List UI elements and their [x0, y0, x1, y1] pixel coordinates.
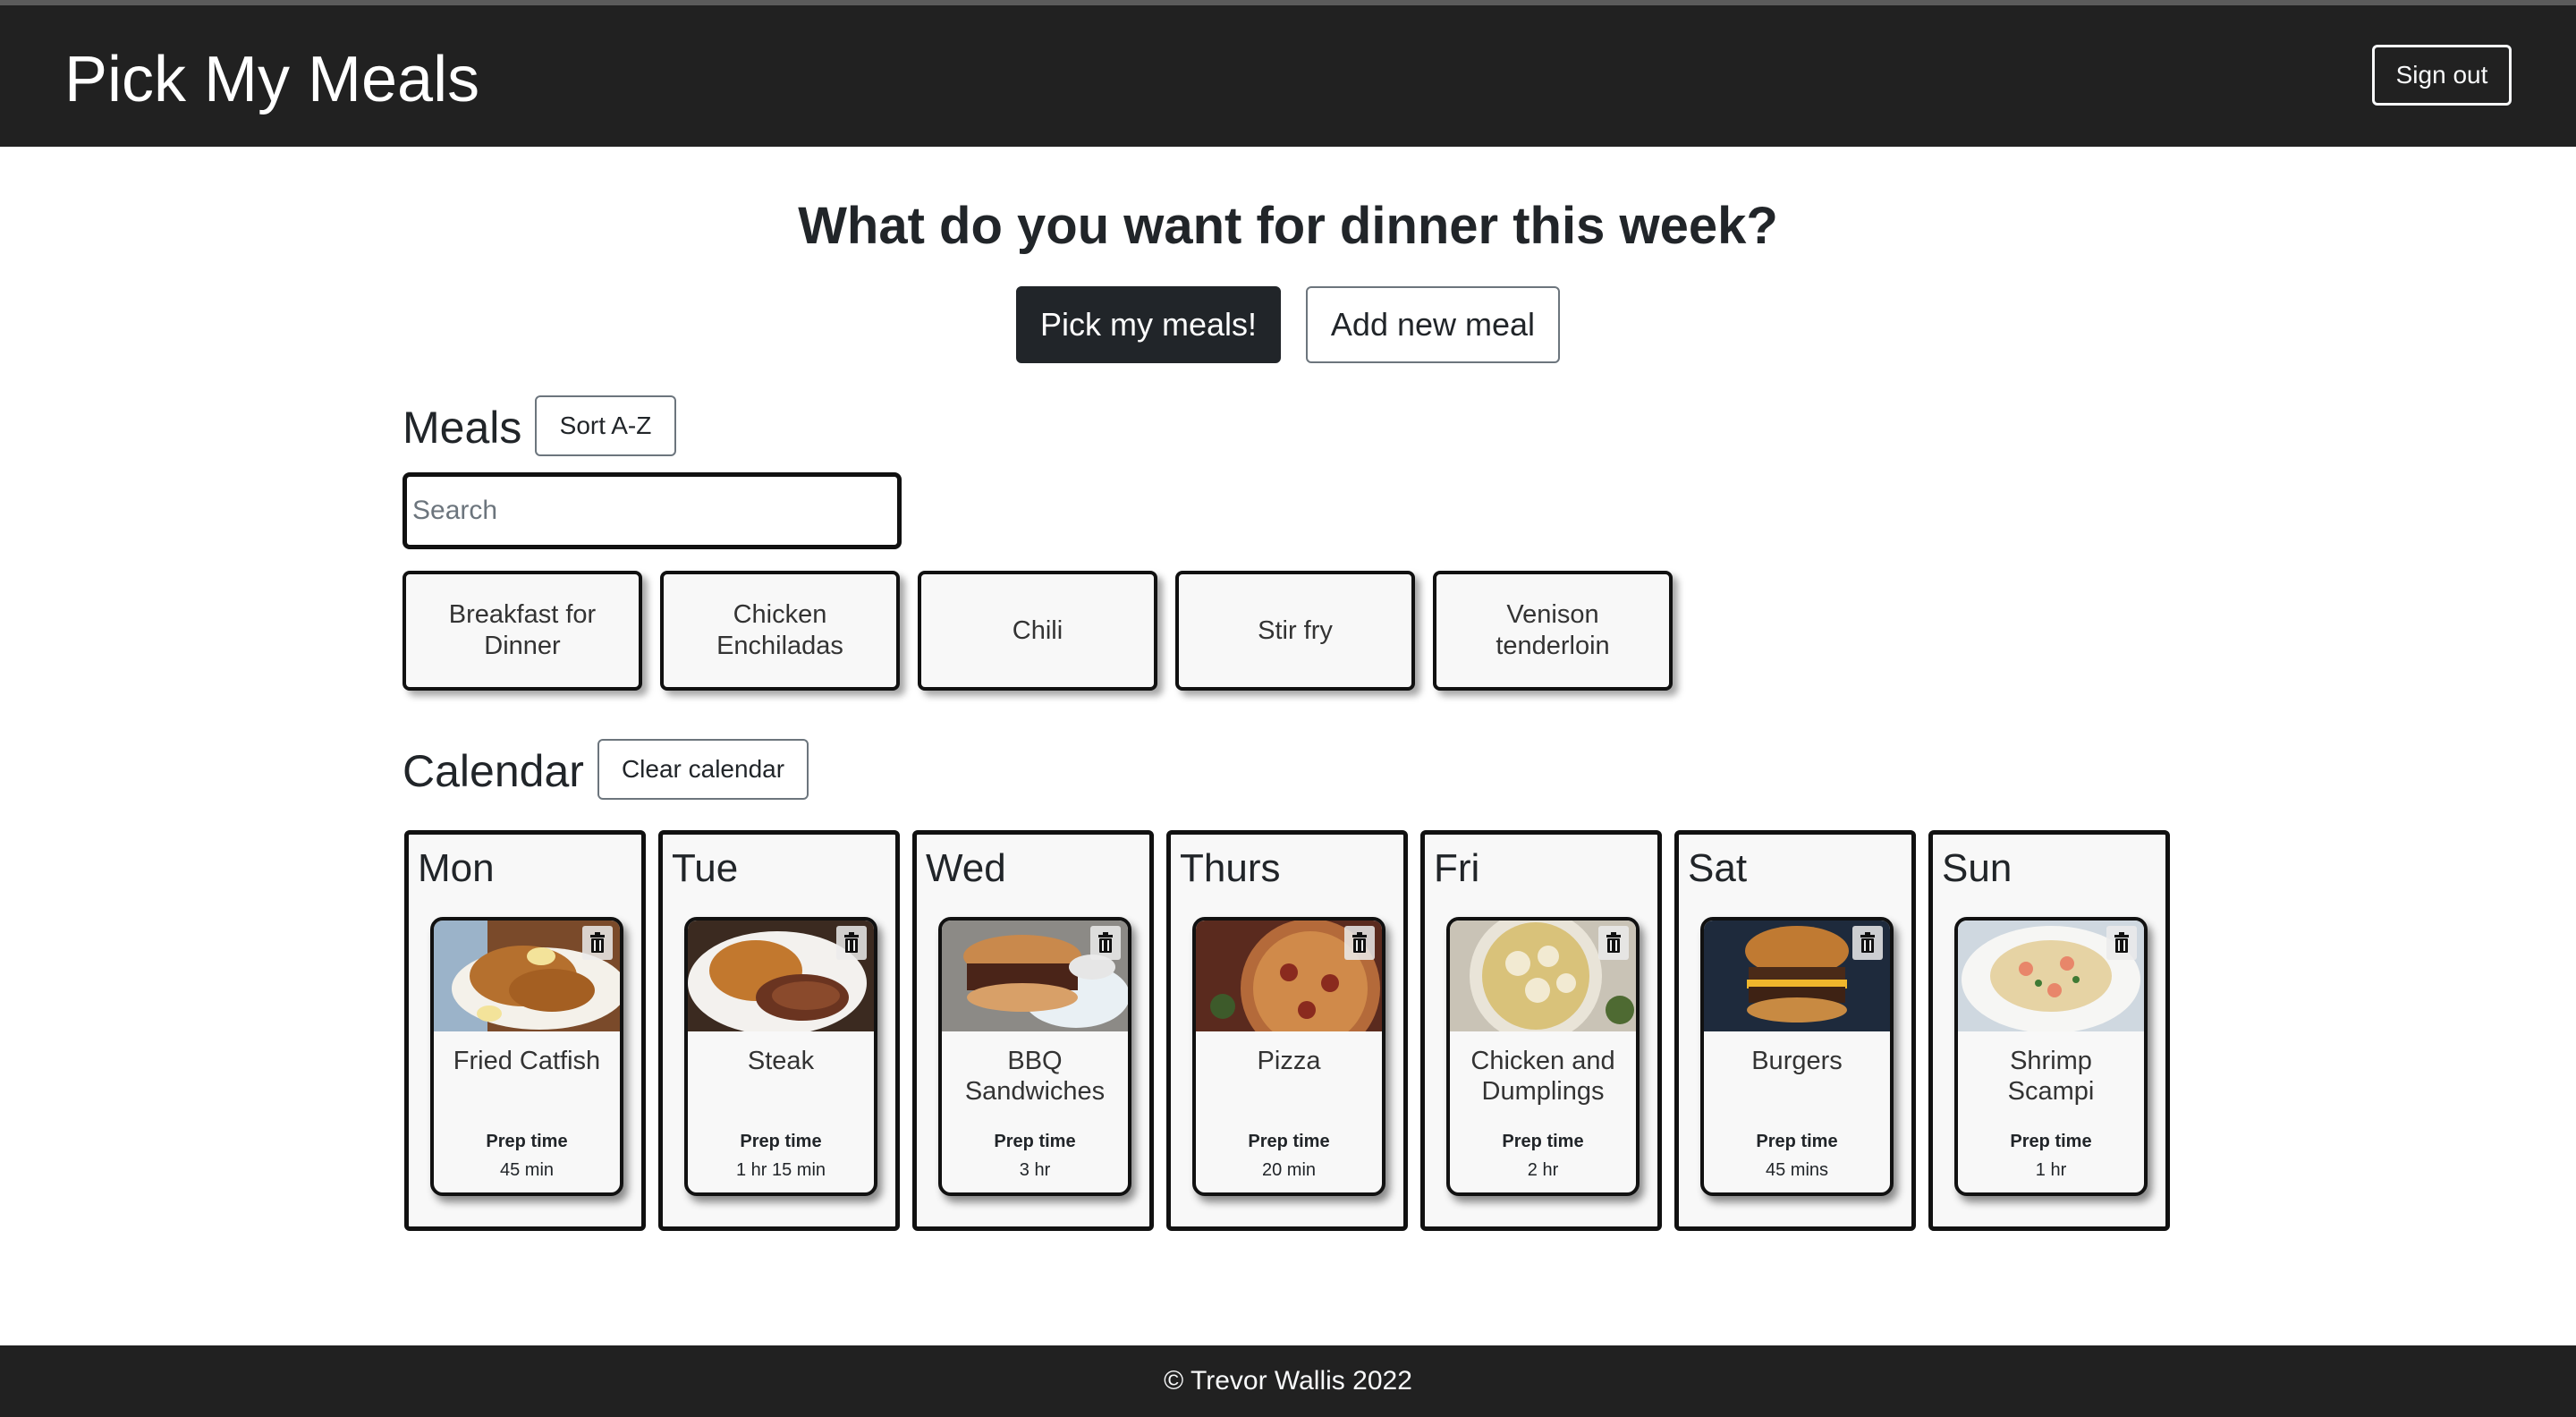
meal-name: BBQ Sandwiches — [964, 1047, 1106, 1106]
calendar-day-wed: Wed BBQ Sandwiches Prep time 3 hr — [912, 830, 1154, 1231]
scheduled-meal-card[interactable]: Shrimp Scampi Prep time 1 hr — [1954, 917, 2148, 1196]
navbar: Pick My Meals Sign out — [0, 5, 2576, 147]
sort-az-button[interactable]: Sort A-Z — [535, 395, 676, 456]
day-label: Thurs — [1180, 846, 1281, 890]
meal-name: Steak — [747, 1047, 815, 1075]
prep-time-value: 20 min — [1261, 1160, 1317, 1180]
pick-meals-button[interactable]: Pick my meals! — [1016, 286, 1281, 363]
scheduled-meal-card[interactable]: BBQ Sandwiches Prep time 3 hr — [938, 917, 1131, 1196]
prep-time-label: Prep time — [486, 1132, 568, 1151]
day-label: Fri — [1434, 846, 1480, 890]
prep-time-value: 45 min — [499, 1160, 555, 1180]
prep-time-value: 1 hr 15 min — [735, 1160, 826, 1180]
calendar-day-thurs: Thurs Pizza Prep time 20 min — [1166, 830, 1408, 1231]
meal-name: Chicken and Dumplings — [1470, 1047, 1615, 1106]
footer: © Trevor Wallis 2022 — [0, 1345, 2576, 1417]
calendar-day-sun: Sun Shrimp Scampi Prep time 1 hr — [1928, 830, 2170, 1231]
page-headline: What do you want for dinner this week? — [798, 197, 1778, 255]
trash-icon[interactable] — [582, 926, 613, 960]
scheduled-meal-card[interactable]: Fried Catfish Prep time 45 min — [430, 917, 623, 1196]
day-label: Mon — [418, 846, 495, 890]
trash-icon[interactable] — [1344, 926, 1375, 960]
trash-icon[interactable] — [1090, 926, 1121, 960]
meal-name: Burgers — [1751, 1047, 1843, 1075]
prep-time-value: 2 hr — [1527, 1160, 1559, 1180]
calendar-day-tue: Tue Steak Prep time 1 hr 15 min — [658, 830, 900, 1231]
prep-time-value: 1 hr — [2035, 1160, 2067, 1180]
trash-icon[interactable] — [836, 926, 867, 960]
calendar-section-title: Calendar — [402, 746, 584, 796]
day-label: Tue — [672, 846, 739, 890]
meal-name: Shrimp Scampi — [2007, 1047, 2095, 1106]
prep-time-label: Prep time — [1756, 1132, 1838, 1151]
prep-time-label: Prep time — [2010, 1132, 2092, 1151]
prep-time-label: Prep time — [994, 1132, 1076, 1151]
scheduled-meal-card[interactable]: Steak Prep time 1 hr 15 min — [684, 917, 877, 1196]
scheduled-meal-card[interactable]: Chicken and Dumplings Prep time 2 hr — [1446, 917, 1640, 1196]
meal-card-breakfast-for-dinner[interactable]: Breakfast for Dinner — [402, 571, 642, 691]
meal-card-chili[interactable]: Chili — [918, 571, 1157, 691]
meal-name: Fried Catfish — [453, 1047, 601, 1075]
day-label: Wed — [926, 846, 1006, 890]
copyright-text: © Trevor Wallis 2022 — [1164, 1366, 1412, 1396]
prep-time-value: 3 hr — [1019, 1160, 1051, 1180]
calendar-day-fri: Fri Chicken and Dumplings Prep time 2 hr — [1420, 830, 1662, 1231]
brand-title[interactable]: Pick My Meals — [64, 41, 479, 118]
meals-section-title: Meals — [402, 403, 522, 453]
trash-icon[interactable] — [1852, 926, 1883, 960]
meal-card-chicken-enchiladas[interactable]: Chicken Enchiladas — [660, 571, 900, 691]
prep-time-label: Prep time — [1248, 1132, 1330, 1151]
prep-time-value: 45 mins — [1765, 1160, 1829, 1180]
trash-icon[interactable] — [2106, 926, 2137, 960]
add-new-meal-button[interactable]: Add new meal — [1306, 286, 1560, 363]
calendar-day-mon: Mon Fried Catfish Prep time 45 min — [404, 830, 646, 1231]
sign-out-button[interactable]: Sign out — [2372, 45, 2512, 106]
clear-calendar-button[interactable]: Clear calendar — [597, 739, 809, 800]
day-label: Sun — [1942, 846, 2012, 890]
meal-card-venison-tenderloin[interactable]: Venison tenderloin — [1433, 571, 1673, 691]
prep-time-label: Prep time — [740, 1132, 822, 1151]
search-input[interactable] — [402, 472, 902, 549]
scheduled-meal-card[interactable]: Pizza Prep time 20 min — [1192, 917, 1385, 1196]
day-label: Sat — [1688, 846, 1748, 890]
trash-icon[interactable] — [1598, 926, 1629, 960]
scheduled-meal-card[interactable]: Burgers Prep time 45 mins — [1700, 917, 1894, 1196]
prep-time-label: Prep time — [1502, 1132, 1584, 1151]
meal-card-stir-fry[interactable]: Stir fry — [1175, 571, 1415, 691]
meal-name: Pizza — [1257, 1047, 1321, 1075]
calendar-day-sat: Sat Burgers Prep time 45 mins — [1674, 830, 1916, 1231]
